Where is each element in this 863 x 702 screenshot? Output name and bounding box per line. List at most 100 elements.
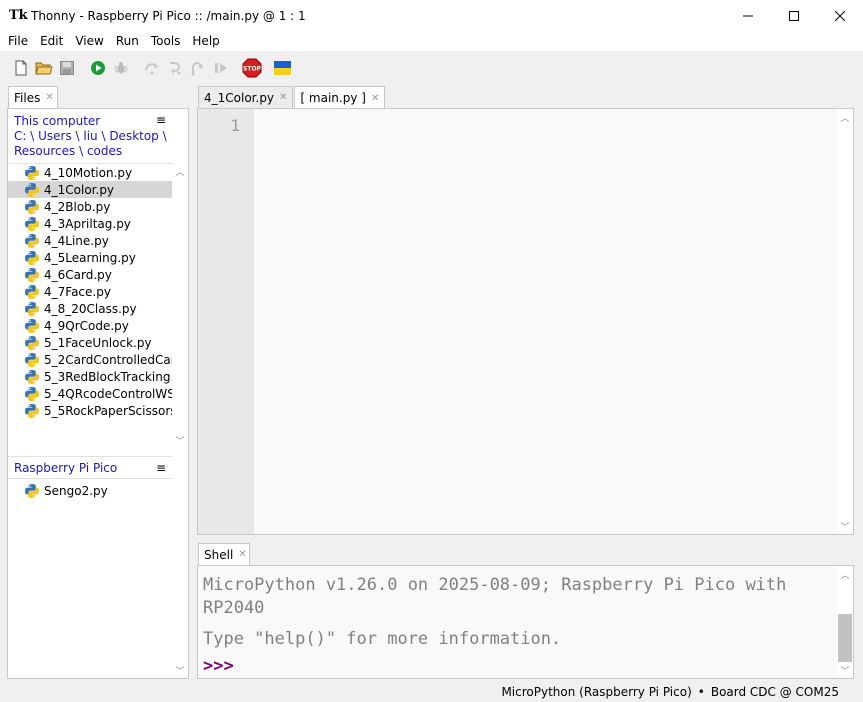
file-item[interactable]: 4_1Color.py bbox=[8, 181, 173, 198]
menu-file[interactable]: File bbox=[2, 31, 34, 51]
step-over-icon bbox=[144, 63, 158, 75]
status-bar: MicroPython (Raspberry Pi Pico) • Board … bbox=[0, 681, 863, 702]
tab-files[interactable]: Files ✕ bbox=[8, 86, 58, 108]
close-window-button[interactable] bbox=[817, 0, 863, 31]
file-item[interactable]: 5_4QRcodeControlWS2812.py bbox=[8, 385, 173, 402]
pico-file-item[interactable]: Sengo2.py bbox=[8, 482, 188, 499]
step-over-button[interactable] bbox=[140, 56, 163, 80]
file-name: 4_3Apriltag.py bbox=[44, 216, 131, 231]
file-name: 5_3RedBlockTracking.py bbox=[44, 369, 173, 384]
code-editor[interactable]: 1 ︿ ﹀ bbox=[197, 108, 854, 535]
python-file-icon bbox=[25, 318, 39, 333]
menu-help[interactable]: Help bbox=[186, 31, 225, 51]
title-bar: Tk Thonny - Raspberry Pi Pico :: /main.p… bbox=[0, 0, 863, 31]
scroll-down-icon[interactable]: ﹀ bbox=[172, 662, 188, 678]
new-file-icon bbox=[15, 60, 26, 76]
minimize-button[interactable] bbox=[725, 0, 771, 31]
scroll-up-icon[interactable]: ︿ bbox=[837, 566, 853, 582]
file-item[interactable]: 4_4Line.py bbox=[8, 232, 173, 249]
scroll-down-icon[interactable]: ﹀ bbox=[837, 518, 853, 534]
pico-location-label: Raspberry Pi Pico bbox=[14, 460, 118, 475]
pico-menu-icon[interactable]: ≡ bbox=[156, 461, 166, 475]
step-out-button[interactable] bbox=[186, 56, 209, 80]
menu-run[interactable]: Run bbox=[110, 31, 145, 51]
python-file-icon bbox=[25, 267, 39, 282]
debug-button[interactable] bbox=[109, 56, 132, 80]
tab-shell[interactable]: Shell ✕ bbox=[198, 543, 250, 565]
python-file-icon bbox=[25, 301, 39, 316]
interpreter-status[interactable]: MicroPython (Raspberry Pi Pico) bbox=[501, 685, 691, 699]
file-item[interactable]: 4_3Apriltag.py bbox=[8, 215, 173, 232]
editor-scrollbar[interactable]: ︿ ﹀ bbox=[837, 109, 853, 534]
tab-main[interactable]: [ main.py ] ✕ bbox=[294, 86, 386, 109]
file-name: 4_2Blob.py bbox=[44, 199, 111, 214]
scroll-up-icon[interactable]: ︿ bbox=[172, 163, 188, 179]
menu-tools[interactable]: Tools bbox=[145, 31, 187, 51]
window-controls bbox=[725, 0, 863, 31]
shell-scrollbar[interactable]: ︿ ﹀ bbox=[837, 566, 853, 678]
stop-icon: STOP bbox=[242, 58, 261, 78]
stop-button[interactable]: STOP bbox=[240, 56, 263, 80]
menu-edit[interactable]: Edit bbox=[34, 31, 69, 51]
menu-view[interactable]: View bbox=[69, 31, 109, 51]
maximize-button[interactable] bbox=[771, 0, 817, 31]
shell-prompt[interactable]: >>> bbox=[203, 655, 833, 678]
file-name: 4_5Learning.py bbox=[44, 250, 136, 265]
close-icon[interactable]: ✕ bbox=[238, 549, 246, 560]
scroll-down-icon[interactable]: ﹀ bbox=[837, 662, 853, 678]
pico-file-list: Sengo2.py bbox=[8, 479, 188, 499]
file-item[interactable]: 4_5Learning.py bbox=[8, 249, 173, 266]
python-file-icon bbox=[25, 233, 39, 248]
close-icon bbox=[835, 10, 845, 21]
file-name: 4_4Line.py bbox=[44, 233, 109, 248]
scroll-down-icon[interactable]: ﹀ bbox=[172, 432, 188, 448]
shell-banner-line: MicroPython v1.26.0 on 2025-08-09; Raspb… bbox=[203, 575, 787, 595]
save-button[interactable] bbox=[55, 56, 78, 80]
file-name: 4_6Card.py bbox=[44, 267, 112, 282]
pico-file-scrollbar[interactable]: ﹀ bbox=[172, 456, 188, 678]
file-item[interactable]: 5_5RockPaperScissors.py bbox=[8, 402, 173, 419]
support-ukraine-button[interactable] bbox=[271, 56, 294, 80]
file-name: 4_1Color.py bbox=[44, 182, 115, 197]
file-item[interactable]: 4_2Blob.py bbox=[8, 198, 173, 215]
breadcrumb-line-1[interactable]: C: \ Users \ liu \ Desktop \ bbox=[14, 129, 174, 144]
local-file-scrollbar[interactable]: ︿ ﹀ bbox=[172, 163, 188, 448]
run-icon bbox=[90, 61, 105, 75]
python-file-icon bbox=[25, 284, 39, 299]
local-menu-icon[interactable]: ≡ bbox=[156, 113, 166, 127]
file-item[interactable]: 4_10Motion.py bbox=[8, 164, 173, 181]
file-item[interactable]: 4_7Face.py bbox=[8, 283, 173, 300]
python-file-icon bbox=[25, 403, 39, 418]
port-status[interactable]: Board CDC @ COM25 bbox=[711, 685, 839, 699]
local-location-header: This computer C: \ Users \ liu \ Desktop… bbox=[14, 114, 174, 159]
file-item[interactable]: 4_6Card.py bbox=[8, 266, 173, 283]
shell-help-line: Type "help()" for more information. bbox=[203, 629, 562, 649]
menu-bar: File Edit View Run Tools Help bbox=[0, 31, 863, 51]
scroll-up-icon[interactable]: ︿ bbox=[837, 109, 853, 125]
minimize-icon bbox=[743, 15, 753, 16]
python-file-icon bbox=[25, 483, 39, 498]
open-file-button[interactable] bbox=[32, 56, 55, 80]
close-icon[interactable]: ✕ bbox=[371, 93, 379, 104]
save-icon bbox=[59, 61, 74, 75]
file-name: 5_5RockPaperScissors.py bbox=[44, 403, 173, 418]
editor-tab-bar: 4_1Color.py ✕ [ main.py ] ✕ bbox=[198, 86, 386, 109]
file-item[interactable]: 4_9QrCode.py bbox=[8, 317, 173, 334]
file-item[interactable]: 5_3RedBlockTracking.py bbox=[8, 368, 173, 385]
file-item[interactable]: 5_1FaceUnlock.py bbox=[8, 334, 173, 351]
tab-4-1color[interactable]: 4_1Color.py ✕ bbox=[198, 86, 294, 108]
shell-scroll-thumb[interactable] bbox=[838, 614, 852, 662]
python-file-icon bbox=[25, 369, 39, 384]
close-icon[interactable]: ✕ bbox=[45, 92, 53, 103]
file-item[interactable]: 4_8_20Class.py bbox=[8, 300, 173, 317]
run-button[interactable] bbox=[86, 56, 109, 80]
step-into-button[interactable] bbox=[163, 56, 186, 80]
close-icon[interactable]: ✕ bbox=[279, 92, 287, 103]
file-name: 4_8_20Class.py bbox=[44, 301, 137, 316]
new-file-button[interactable] bbox=[9, 56, 32, 80]
resume-button[interactable] bbox=[209, 56, 232, 80]
python-file-icon bbox=[25, 199, 39, 214]
shell-console[interactable]: MicroPython v1.26.0 on 2025-08-09; Raspb… bbox=[197, 565, 854, 679]
breadcrumb-line-2[interactable]: Resources \ codes bbox=[14, 144, 174, 159]
file-item[interactable]: 5_2CardControlledCar.py bbox=[8, 351, 173, 368]
